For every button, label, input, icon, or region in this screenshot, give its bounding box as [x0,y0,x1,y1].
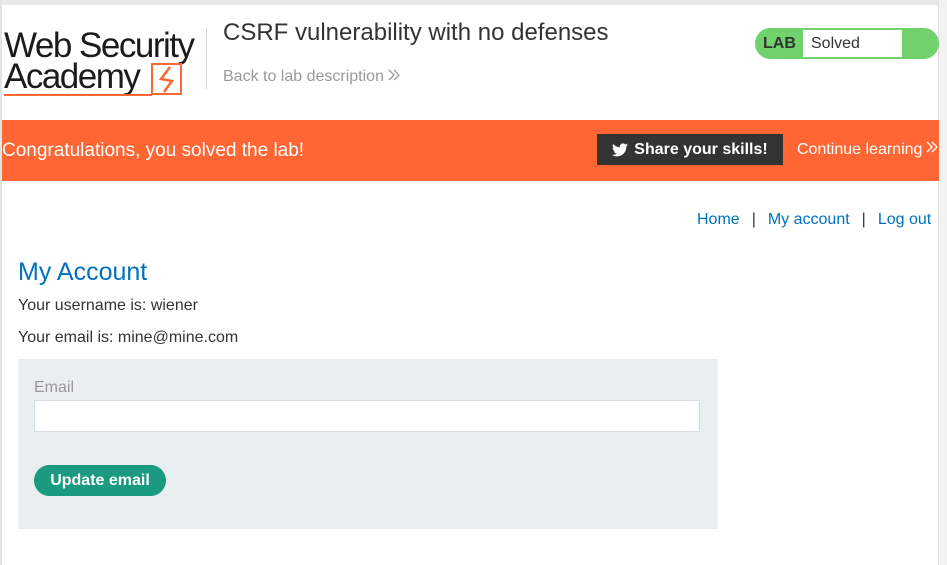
lab-status-text: Solved [811,35,860,52]
continue-learning-label: Continue learning [797,140,923,158]
nav-separator: | [861,211,866,228]
double-chevron-right-icon [388,68,400,86]
lab-status-widget: LAB Solved [755,28,939,59]
email-input[interactable] [34,400,700,432]
share-skills-label: Share your skills! [634,140,768,158]
twitter-bird-icon [612,142,629,157]
window-top-edge [0,0,947,5]
share-skills-button[interactable]: Share your skills! [597,134,783,165]
double-chevron-right-icon [926,140,939,159]
nav-my-account-link[interactable]: My account [768,211,850,229]
web-security-academy-logo[interactable]: Web Security Academy [4,24,204,100]
logo-bolt-icon [151,63,182,95]
update-email-button[interactable]: Update email [34,465,166,496]
continue-learning-link[interactable]: Continue learning [797,140,939,159]
username-line: Your username is: wiener [18,297,198,314]
top-nav: Home | My account | Log out [697,211,931,229]
email-field-label: Email [34,379,75,396]
back-to-lab-description-link[interactable]: Back to lab description [223,68,400,86]
email-line: Your email is: mine@mine.com [18,329,239,346]
nav-log-out-link[interactable]: Log out [878,211,931,229]
change-email-form: Email Update email [18,359,718,529]
nav-separator: | [751,211,756,228]
lab-title: CSRF vulnerability with no defenses [223,19,609,46]
back-link-label: Back to lab description [223,68,384,85]
nav-home-link[interactable]: Home [697,211,740,229]
logo-text-line2: Academy [4,57,141,96]
header-divider [206,28,207,89]
scrollbar-track[interactable] [938,0,947,565]
solved-banner: Congratulations, you solved the lab! Sha… [2,120,939,181]
lab-status-box: Solved [803,30,902,57]
page-title: My Account [18,258,148,286]
congratulations-message: Congratulations, you solved the lab! [2,140,305,161]
window-left-edge [0,0,2,565]
lab-status-label: LAB [763,35,796,52]
